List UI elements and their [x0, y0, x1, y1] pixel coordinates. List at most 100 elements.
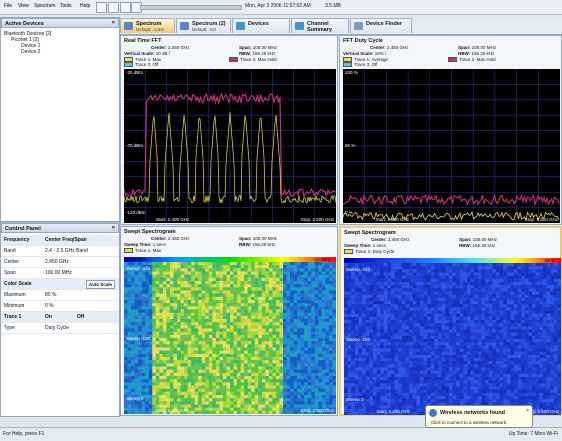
tab-1[interactable]: Spectrum (2)Default - 5G [176, 18, 231, 33]
control-row-value[interactable]: 100.00 MHz [45, 268, 72, 278]
plot-area[interactable]: -170 dBm-42 dBmSweep -313Sweep -156Sweep… [124, 257, 336, 414]
spectrogram-cell [489, 323, 493, 326]
tab-0[interactable]: SpectrumDefault - 2.4G [120, 18, 175, 33]
playback-slider[interactable] [140, 5, 242, 10]
center-value: 2.450 GHz [168, 236, 190, 241]
spectrogram-cell [471, 317, 475, 320]
spectrogram-cell [269, 354, 273, 357]
spectrogram-cell [391, 298, 395, 301]
spectrogram-cell [149, 272, 153, 275]
spectrogram-cell [358, 317, 362, 320]
control-row[interactable]: Band2.4 - 2.5 GHz Band [1, 246, 119, 257]
spectrogram-cell [276, 291, 280, 294]
spectrogram-cell [156, 310, 160, 313]
spectrogram-cell [460, 314, 464, 317]
spectrogram-cell [391, 279, 395, 282]
tab-4[interactable]: Device Finder [350, 18, 412, 33]
control-row-value[interactable]: Center Freq/Span [45, 235, 87, 245]
spectrogram-cell [205, 357, 209, 360]
spectrogram-cell [237, 360, 241, 363]
legend-trace3[interactable]: Trace 3: Off [343, 62, 378, 67]
spectrogram-cell [325, 297, 329, 300]
spectrogram-cell [163, 360, 167, 363]
spectrogram-cell [380, 339, 384, 342]
spectrogram-cell [198, 284, 202, 287]
legend-trace2[interactable]: Trace 2: Max Hold [448, 57, 496, 62]
spectrogram-cell [391, 292, 395, 295]
spectrogram-cell [195, 367, 199, 370]
spectrogram-cell [287, 325, 291, 328]
spectrogram-cell [442, 276, 446, 279]
spectrogram-cell [163, 275, 167, 278]
spectrogram-cell [173, 325, 177, 328]
menu-tools[interactable]: Tools [60, 3, 72, 9]
spectrogram-cell [539, 352, 543, 355]
spectrogram-cell [369, 361, 373, 364]
menu-help[interactable]: Help [80, 3, 90, 9]
control-row[interactable]: TypeDuty Cycle [1, 323, 119, 334]
control-row[interactable]: Span100.00 MHz [1, 268, 119, 279]
spectrogram-cell [434, 304, 438, 307]
legend-trace1[interactable]: Trace 1: Max [124, 248, 161, 253]
spectrogram-cell [131, 313, 135, 316]
control-row-value[interactable]: 80 % [45, 290, 56, 300]
plot-area[interactable]: -20 dBm-70 dBm-120 dBmStart: 2.400 GHzSt… [124, 69, 336, 223]
spectrogram-cell [332, 357, 336, 360]
spectrogram-cell [478, 269, 482, 272]
spectrogram-cell [251, 332, 255, 335]
tab-3[interactable]: Channel Summary [291, 18, 349, 33]
control-row-value[interactable]: 2.4 - 2.5 GHz Band [45, 246, 88, 256]
legend-trace1[interactable]: Trace 1: Duty Cycle [344, 249, 394, 254]
control-row[interactable]: Color ScaleAuto Scale [1, 279, 119, 290]
spectrogram-cell [226, 351, 230, 354]
spectrogram-cell [212, 405, 216, 408]
y-label-bottom: Sweep 0 [126, 396, 144, 401]
close-icon[interactable]: × [112, 18, 115, 28]
control-row-value[interactable]: On [45, 312, 52, 322]
spectrogram-cell [209, 316, 213, 319]
auto-scale-button[interactable]: Auto Scale [86, 280, 115, 289]
legend-trace3[interactable]: Trace 3: Off [124, 62, 159, 67]
radio-off[interactable]: Off [77, 312, 84, 322]
spectrogram-cell [442, 361, 446, 364]
toolbar-copy-button[interactable] [96, 2, 107, 13]
menu-view[interactable]: View [18, 3, 29, 9]
spectrogram-cell [547, 292, 551, 295]
spectrogram-cell [478, 311, 482, 314]
menu-file[interactable]: File [4, 3, 12, 9]
plot-area[interactable]: 0 %80 %Sweep -313Sweep -156Sweep 0Start:… [344, 258, 561, 415]
spectrogram-cell [460, 307, 464, 310]
control-row-value[interactable]: 2.450 GHz [45, 257, 69, 267]
spectrogram-cell [332, 316, 336, 319]
plot-area[interactable]: 100 %50 %0 %Start: 2.400 GHzStop: 2.500 … [343, 69, 560, 223]
spectrogram-cell [463, 339, 467, 342]
control-row[interactable]: Maximum80 % [1, 290, 119, 301]
spectrogram-cell [191, 281, 195, 284]
toolbar-rewind-button[interactable] [108, 2, 119, 13]
spectrogram-cell [290, 303, 294, 306]
legend-trace2[interactable]: Trace 2: Max Hold [229, 57, 277, 62]
control-row[interactable]: FrequencyCenter Freq/Span [1, 235, 119, 246]
spectrogram-cell [195, 313, 199, 316]
close-icon[interactable]: × [112, 223, 115, 233]
spectrogram-cell [500, 342, 504, 345]
control-row-value[interactable]: 0 % [45, 301, 54, 311]
toolbar-play-button[interactable] [120, 2, 131, 13]
spectrogram-cell [395, 307, 399, 310]
control-row[interactable]: Trace 1OnOff [1, 312, 119, 323]
tree-device-2[interactable]: Device 2 [21, 49, 40, 55]
spectrogram-cell [492, 292, 496, 295]
spectrogram-cell [547, 320, 551, 323]
spectrogram-cell [272, 284, 276, 287]
spectrogram-cell [474, 273, 478, 276]
spectrogram-cell [550, 336, 554, 339]
control-row-value[interactable]: Duty Cycle [45, 323, 69, 333]
spectrogram-cell [547, 355, 551, 358]
spectrogram-cell [348, 358, 352, 361]
spectrogram-cell [543, 355, 547, 358]
tab-2[interactable]: Devices [232, 18, 290, 33]
control-row[interactable]: Center2.450 GHz [1, 257, 119, 268]
menu-spectrum[interactable]: Spectrum [34, 3, 55, 9]
spectrogram-cell [398, 352, 402, 355]
control-row[interactable]: Minimum0 % [1, 301, 119, 312]
